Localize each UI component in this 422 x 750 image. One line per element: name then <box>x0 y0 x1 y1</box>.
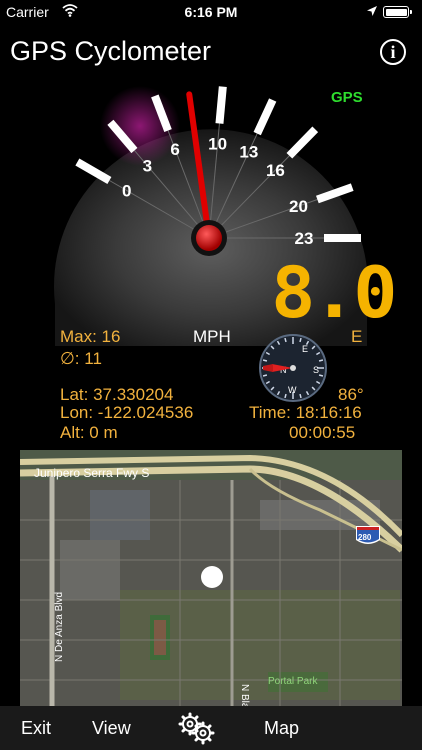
compass-tick <box>299 337 302 343</box>
compass-tick <box>284 393 287 399</box>
digital-speed-display: 8.0 <box>271 252 397 334</box>
battery-icon <box>383 6 412 18</box>
gauge-label: 23 <box>295 229 314 248</box>
compass-tick <box>262 374 268 377</box>
compass-w: W <box>288 385 297 395</box>
compass-tick <box>318 359 324 362</box>
view-button[interactable]: View <box>92 718 131 739</box>
info-icon[interactable]: i <box>380 39 406 65</box>
interstate-shield-label: 280 <box>358 533 372 542</box>
average-speed: ∅: 11 <box>60 349 102 368</box>
elapsed-duration: 00:00:55 <box>289 423 356 442</box>
park-label: Portal Park <box>268 676 318 687</box>
location-arrow-icon <box>366 4 378 20</box>
time-of-day: Time: 18:16:16 <box>249 403 362 422</box>
gauge-label: 13 <box>239 143 258 162</box>
current-location-icon <box>201 566 223 588</box>
latitude: Lat: 37.330204 <box>60 385 174 404</box>
compass-icon: N E S W <box>259 334 327 402</box>
gauge-label: 6 <box>170 140 179 159</box>
satellite-map[interactable]: 280 Junipero Serra Fwy S Portal Park N D… <box>20 450 402 706</box>
compass-tick <box>318 374 324 377</box>
needle-hub <box>196 225 222 251</box>
gauge-label: 3 <box>143 157 152 176</box>
status-time: 6:16 PM <box>184 4 238 20</box>
status-bar: Carrier 6:16 PM <box>0 0 422 24</box>
compass-s: S <box>313 365 319 375</box>
compass-e: E <box>302 344 308 354</box>
compass-tick <box>262 359 268 362</box>
gauge-label: 16 <box>266 161 285 180</box>
gears-icon[interactable] <box>176 711 218 750</box>
altitude: Alt: 0 m <box>60 423 118 442</box>
compass-tick <box>299 393 302 399</box>
bottom-toolbar: Exit View Map <box>0 706 422 750</box>
gauge-label: 10 <box>208 134 227 153</box>
max-speed: Max: 16 <box>60 327 121 346</box>
bearing-degrees: 86° <box>338 385 364 404</box>
de-anza-label: N De Anza Blvd <box>54 592 65 662</box>
gauge-tick <box>253 98 277 136</box>
gauge-tick <box>215 86 227 124</box>
map-button[interactable]: Map <box>264 718 299 739</box>
gauge-label: 0 <box>122 182 131 201</box>
gps-status-badge: GPS <box>331 89 363 106</box>
freeway-label: Junipero Serra Fwy S <box>34 466 149 480</box>
blaney-label: N Blaney Ave <box>239 684 250 706</box>
app-title: GPS Cyclometer <box>10 36 212 66</box>
compass-tick <box>284 337 287 343</box>
gauge-tick <box>286 126 319 159</box>
gauge-label: 20 <box>289 197 308 216</box>
longitude: Lon: -122.024536 <box>60 403 194 422</box>
unit-label: MPH <box>193 327 231 346</box>
exit-button[interactable]: Exit <box>21 718 51 739</box>
heading-direction: E <box>351 327 363 346</box>
